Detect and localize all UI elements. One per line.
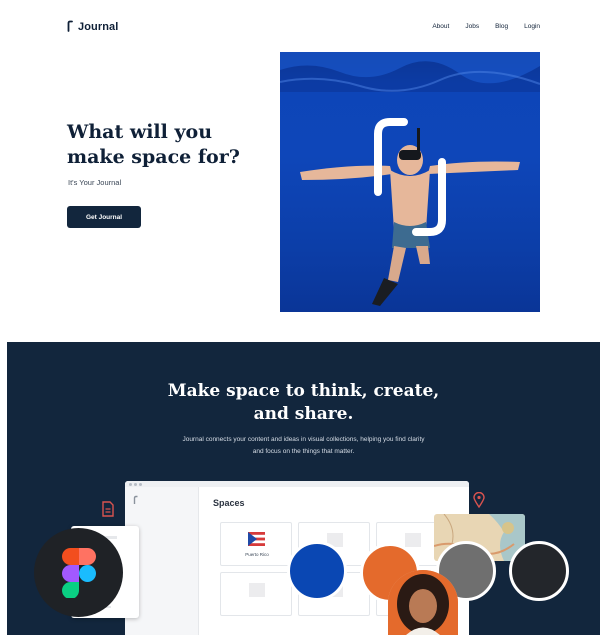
person-photo <box>388 570 458 635</box>
hero-subtitle: It's Your Journal <box>68 178 122 187</box>
nav-blog[interactable]: Blog <box>495 23 508 30</box>
get-journal-button[interactable]: Get Journal <box>67 206 141 228</box>
space-card-label: Puerto Rico <box>245 552 269 557</box>
features-description: Journal connects your content and ideas … <box>182 436 425 455</box>
main-nav: About Jobs Blog Login <box>432 23 540 30</box>
hero-title-line-1: What will you <box>67 121 213 143</box>
color-swatch-blue[interactable] <box>287 541 347 601</box>
color-swatch-black[interactable] <box>509 541 569 601</box>
nav-login[interactable]: Login <box>524 23 540 30</box>
features-title: Make space to think, create, and share. <box>7 380 600 426</box>
hero-title: What will you make space for? <box>67 120 257 170</box>
nav-jobs[interactable]: Jobs <box>465 23 479 30</box>
features-title-line-1: Make space to think, create, <box>167 381 440 401</box>
hero-title-line-2: make space for? <box>67 146 240 168</box>
document-icon <box>102 501 114 517</box>
journal-logo-icon <box>133 495 138 504</box>
hero-image <box>280 52 540 312</box>
nav-about[interactable]: About <box>432 23 449 30</box>
location-pin-icon <box>473 492 485 508</box>
features-title-line-2: and share. <box>253 404 354 424</box>
space-card[interactable]: Puerto Rico <box>220 522 292 566</box>
spaces-heading: Spaces <box>213 498 245 508</box>
figma-logo-icon <box>34 528 123 617</box>
brand-name: Journal <box>78 21 119 33</box>
journal-logo-icon <box>67 20 76 34</box>
space-card[interactable] <box>220 572 292 616</box>
brand-logo[interactable]: Journal <box>67 20 118 34</box>
puerto-rico-flag-icon <box>248 532 265 546</box>
